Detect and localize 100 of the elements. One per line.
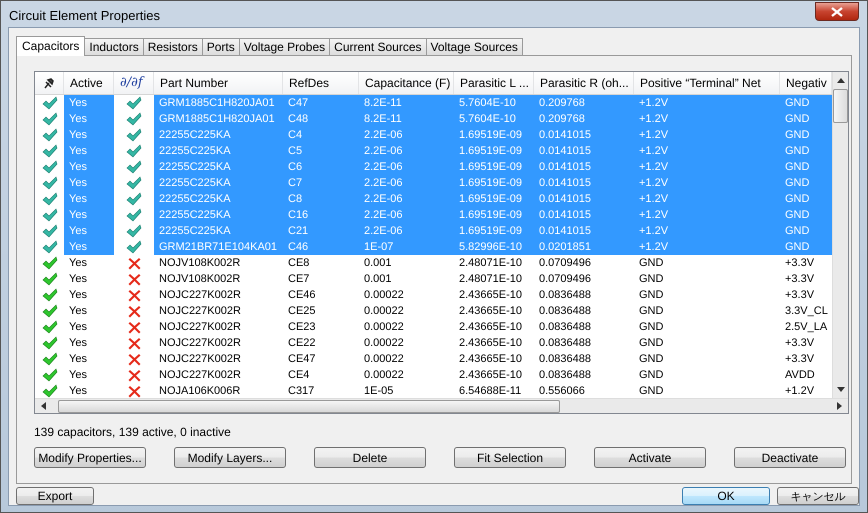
table-cell-text: 0.0709496	[538, 272, 592, 287]
table-cell: GND	[780, 159, 832, 175]
table-cell: 2.2E-06	[359, 127, 454, 143]
table-cell-text: 2.43665E-10	[458, 304, 523, 319]
table-cell-text: CE46	[287, 288, 317, 303]
table-cell-text: GND	[638, 288, 664, 303]
table-cell: C46	[283, 239, 359, 255]
table-cell-text: GND	[638, 272, 664, 287]
table-cell: C47	[283, 95, 359, 111]
column-header[interactable]: Positive “Terminal” Net	[634, 72, 780, 94]
table-cell: 0.0141015	[534, 175, 634, 191]
table-cell-text: NOJA106K006R	[158, 384, 242, 398]
scrollbar-thumb[interactable]	[833, 89, 848, 123]
tab[interactable]: Resistors	[142, 38, 203, 55]
action-button[interactable]: Deactivate	[734, 447, 846, 468]
table-cell-text: CE25	[287, 304, 317, 319]
column-header[interactable]: ∂/∂f	[114, 72, 154, 94]
table-cell: C4	[283, 127, 359, 143]
table-cell: +1.2V	[634, 175, 780, 191]
table-cell: Yes	[64, 95, 114, 111]
table-cell-text: NOJC227K002R	[158, 336, 242, 351]
action-button[interactable]: Modify Properties...	[34, 447, 146, 468]
table-row[interactable]: Yes NOJV108K002R CE7 0.001 2.48071E-10 0.0709496 GND +3.3V	[35, 271, 832, 287]
table-row[interactable]: Yes NOJC227K002R CE23 0.00022 2.43665E-10 0.0836488 GND 2.5V_LA	[35, 319, 832, 335]
table-row[interactable]: Yes NOJC227K002R CE46 0.00022 2.43665E-10 0.0836488 GND +3.3V	[35, 287, 832, 303]
table-cell: 0.0141015	[534, 207, 634, 223]
table-cell-text: 2.43665E-10	[458, 336, 523, 351]
tab[interactable]: Voltage Probes	[238, 38, 330, 55]
table-cell: C8	[283, 191, 359, 207]
table-row[interactable]: Yes NOJC227K002R CE47 0.00022 2.43665E-10 0.0836488 GND +3.3V	[35, 351, 832, 367]
table-cell: 8.2E-11	[359, 95, 454, 111]
table-row[interactable]: Yes NOJC227K002R CE25 0.00022 2.43665E-10 0.0836488 GND 3.3V_CL	[35, 303, 832, 319]
table-cell-text: 0.00022	[363, 336, 405, 351]
table-row[interactable]: Yes NOJC227K002R CE4 0.00022 2.43665E-10 0.0836488 GND AVDD	[35, 367, 832, 383]
vertical-scrollbar[interactable]	[832, 72, 848, 398]
table-cell-text: NOJV108K002R	[158, 272, 242, 287]
column-header[interactable]: Active	[64, 72, 114, 94]
column-header[interactable]: Part Number	[154, 72, 283, 94]
table-cell-text: Yes	[68, 384, 88, 398]
action-button[interactable]: Activate	[594, 447, 706, 468]
table-cell: C7	[283, 175, 359, 191]
table-row[interactable]: Yes NOJC227K002R CE22 0.00022 2.43665E-10 0.0836488 GND +3.3V	[35, 335, 832, 351]
table-cell: 22255C225KA	[154, 175, 283, 191]
export-button[interactable]: Export	[16, 487, 94, 505]
action-button[interactable]: Delete	[314, 447, 426, 468]
table-cell: +1.2V	[634, 95, 780, 111]
table-row[interactable]: Yes NOJA106K006R C317 1E-05 6.54688E-11 0.556066 GND +1.2V	[35, 383, 832, 398]
table-cell-text: +3.3V	[784, 352, 816, 367]
column-header[interactable]: RefDes	[283, 72, 359, 94]
table-cell: +1.2V	[634, 143, 780, 159]
table-cell: Yes	[64, 159, 114, 175]
tab[interactable]: Current Sources	[329, 38, 427, 55]
table-cell-text: 2.43665E-10	[458, 368, 523, 383]
table-cell-text: NOJC227K002R	[158, 304, 242, 319]
table-cell-text: 1E-05	[363, 384, 394, 398]
table-cell: 22255C225KA	[154, 191, 283, 207]
table-cell: 22255C225KA	[154, 159, 283, 175]
table-cell-text: 0.0836488	[538, 352, 592, 367]
table-cell-text: CE4	[287, 368, 310, 383]
column-header[interactable]: Parasitic L ...	[454, 72, 534, 94]
table-cell-text: GND	[638, 320, 664, 335]
table-cell: 0.0141015	[534, 143, 634, 159]
action-button[interactable]: Modify Layers...	[174, 447, 286, 468]
table-cell: 0.0141015	[534, 223, 634, 239]
table-cell-text: CE8	[287, 256, 310, 271]
table-row[interactable]: Yes NOJV108K002R CE8 0.001 2.48071E-10 0.0709496 GND +3.3V	[35, 255, 832, 271]
action-button[interactable]: Fit Selection	[454, 447, 566, 468]
table-cell: GND	[780, 111, 832, 127]
table-cell-text: Yes	[68, 288, 88, 303]
table-cell: 2.2E-06	[359, 175, 454, 191]
table-cell-text: +3.3V	[784, 256, 816, 271]
cancel-button[interactable]: キャンセル	[777, 487, 859, 505]
tab[interactable]: Inductors	[84, 38, 144, 55]
table-cell-text: NOJV108K002R	[158, 256, 242, 271]
table-cell-text: CE23	[287, 320, 317, 335]
table-cell-text: CE47	[287, 352, 317, 367]
close-icon	[831, 6, 843, 16]
table-cell-text: 3.3V_CL	[784, 304, 829, 319]
table-cell-text: 2.48071E-10	[458, 256, 523, 271]
tab[interactable]: Capacitors	[16, 36, 86, 56]
close-button[interactable]	[815, 2, 859, 21]
table-cell: 0.0141015	[534, 159, 634, 175]
table-cell: +1.2V	[634, 191, 780, 207]
table-cell-text: 2.43665E-10	[458, 288, 523, 303]
tab[interactable]: Voltage Sources	[426, 38, 523, 55]
table-cell: GRM1885C1H820JA01	[154, 111, 283, 127]
table-cell: C5	[283, 143, 359, 159]
up-arrow-icon	[836, 78, 844, 83]
table-cell: C16	[283, 207, 359, 223]
table-cell: Yes	[64, 223, 114, 239]
table-cell-text: AVDD	[784, 368, 816, 383]
table-cell: C6	[283, 159, 359, 175]
horizontal-scrollbar[interactable]	[35, 398, 848, 413]
table-cell-text: 6.54688E-11	[458, 384, 522, 398]
table-cell: Yes	[64, 143, 114, 159]
column-header[interactable]: Parasitic R (oh...	[534, 72, 634, 94]
ok-button[interactable]: OK	[682, 487, 770, 505]
table-cell-text: 2.48071E-10	[458, 272, 523, 287]
column-header[interactable]: Capacitance (F)	[359, 72, 454, 94]
tab[interactable]: Ports	[202, 38, 240, 55]
